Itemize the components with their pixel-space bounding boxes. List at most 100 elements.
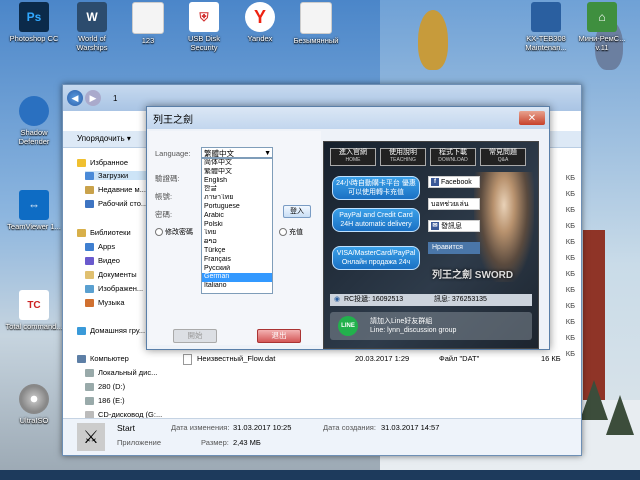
- address-text[interactable]: 1: [113, 94, 117, 103]
- desktop-icon-ultraiso[interactable]: UltraISO: [4, 384, 64, 425]
- size-cell: КБ: [565, 269, 575, 278]
- forward-arrow-icon[interactable]: ▶: [85, 90, 101, 106]
- document-icon: [132, 2, 164, 34]
- desktop-icon-kx-teb308[interactable]: KX-TEB308 Maintenan...: [516, 2, 576, 52]
- desktop-icon-label: USB Disk Security: [187, 34, 221, 52]
- facebook-link[interactable]: f Facebook: [428, 176, 480, 188]
- exit-button[interactable]: 退出: [257, 329, 301, 343]
- promo-bubble-visa[interactable]: VISA/MasterCard/PayPal Онлайн продажа 24…: [332, 246, 420, 270]
- promo-bubble-autocard[interactable]: 24小時自動購卡平台 優惠可以使用轉卡充值: [332, 176, 420, 200]
- desktop-icon-label: 123: [141, 36, 155, 45]
- wallpaper-kremlin-tower: [583, 230, 605, 400]
- language-option[interactable]: Français: [202, 256, 272, 265]
- apps-icon: [85, 242, 94, 251]
- teamviewer-icon: ⇔: [19, 190, 49, 220]
- desktop-icon-warships[interactable]: W World of Warships: [62, 2, 122, 52]
- details-created-value: 31.03.2017 14:57: [381, 423, 440, 432]
- close-icon[interactable]: ✕: [519, 111, 545, 125]
- desktop-icon-mini-rems[interactable]: ⌂ Мини-РемС... v.11: [572, 2, 632, 52]
- nav-video[interactable]: Видео: [85, 256, 120, 265]
- size-cell: КБ: [565, 253, 575, 262]
- nav-music[interactable]: Музыка: [85, 298, 125, 307]
- nav-homegroup[interactable]: Домашняя гру...: [77, 326, 145, 335]
- language-option[interactable]: 한글: [202, 185, 272, 194]
- change-password-option[interactable]: 修改密碼: [155, 227, 193, 237]
- start-button[interactable]: 開始: [173, 329, 217, 343]
- file-icon: [183, 354, 192, 365]
- desktop-icon-teamviewer[interactable]: ⇔ TeamViewer 1...: [4, 190, 64, 231]
- file-type: Файл "DAT": [439, 354, 480, 363]
- size-cell: КБ: [565, 301, 575, 310]
- game-logo: 列王之劍 SWORD: [432, 270, 514, 281]
- language-option[interactable]: ไทย: [202, 229, 272, 238]
- nav-favorites[interactable]: Избранное: [77, 158, 128, 167]
- nav-desktop[interactable]: Рабочий сто...: [85, 199, 147, 208]
- line-icon: LINE: [338, 316, 358, 336]
- line-group-banner[interactable]: LINE 請加入Line好友群組 Line: lynn_discussion g…: [330, 312, 532, 340]
- total-commander-icon: TC: [19, 290, 49, 320]
- computer-icon: [77, 354, 86, 363]
- nav-apps[interactable]: Apps: [85, 242, 115, 251]
- vk-like-button[interactable]: Нравится: [428, 242, 480, 254]
- desktop-icon-total-commander[interactable]: TC Total command...: [4, 290, 64, 331]
- nav-images[interactable]: Изображен...: [85, 284, 143, 293]
- desktop-icon-photoshop[interactable]: Ps Photoshop CC: [4, 2, 64, 43]
- message-link[interactable]: ✉ 發訊息: [428, 220, 480, 232]
- wallpaper-dome: [418, 10, 448, 70]
- desktop-icon-123[interactable]: 123: [118, 2, 178, 45]
- desktop-icon-yandex[interactable]: Y Yandex: [230, 2, 290, 43]
- back-arrow-icon[interactable]: ◀: [67, 90, 83, 106]
- nav-recent[interactable]: Недавние м...: [85, 185, 146, 194]
- desktop-folder-icon: [85, 199, 94, 208]
- size-cell: КБ: [565, 349, 575, 358]
- yandex-icon: Y: [245, 2, 275, 32]
- nav-drive-d[interactable]: 280 (D:): [85, 382, 125, 391]
- size-cell: КБ: [565, 333, 575, 342]
- video-icon: [85, 256, 94, 265]
- maintenance-icon: [531, 2, 561, 32]
- tab-teaching[interactable]: 使用說明 TEACHING: [380, 148, 426, 166]
- tab-qa[interactable]: 常見問題 Q&A: [480, 148, 526, 166]
- language-option[interactable]: Türkçe: [202, 247, 272, 256]
- language-option[interactable]: 简体中文: [202, 159, 272, 168]
- language-option[interactable]: Polski: [202, 221, 272, 230]
- desktop-icon-usb-security[interactable]: ⛨ USB Disk Security: [174, 2, 234, 52]
- disc-icon: [19, 384, 49, 414]
- line-text-1: 請加入Line好友群組: [370, 318, 433, 325]
- login-button[interactable]: 登入: [283, 205, 311, 218]
- desktop-icon-untitled[interactable]: Безымянный: [286, 2, 346, 45]
- taskbar: [0, 470, 640, 480]
- star-icon: [77, 158, 86, 167]
- language-option[interactable]: ລາວ: [202, 238, 272, 247]
- organize-button[interactable]: Упорядочить ▾: [77, 134, 131, 143]
- dialog-title: 列王之劍: [153, 114, 193, 126]
- promo-bubble-paypal[interactable]: PayPal and Credit Card 24H automatic del…: [332, 208, 420, 232]
- thai-bot-link[interactable]: บอทช่วยเล่น: [428, 198, 480, 210]
- nav-libraries[interactable]: Библиотеки: [77, 228, 131, 237]
- music-icon: [85, 298, 94, 307]
- desktop-icon-shadow-defender[interactable]: Shadow Defender: [4, 96, 64, 146]
- language-select[interactable]: 繁體中文 ▼: [201, 147, 273, 158]
- message-icon: ✉: [431, 222, 439, 231]
- language-option[interactable]: Русский: [202, 265, 272, 274]
- language-option[interactable]: Italiano: [202, 282, 272, 291]
- nav-drive-e[interactable]: 186 (E:): [85, 396, 125, 405]
- rc-contact: RC投遞: 16092513: [344, 296, 404, 303]
- drive-icon: [85, 368, 94, 377]
- language-option[interactable]: Arabic: [202, 212, 272, 221]
- tab-home[interactable]: 進入官網 HOME: [330, 148, 376, 166]
- language-option[interactable]: 繁體中文: [202, 168, 272, 177]
- language-option[interactable]: Portuguese: [202, 203, 272, 212]
- language-option[interactable]: English: [202, 177, 272, 186]
- nav-computer[interactable]: Компьютер: [77, 354, 129, 363]
- house-icon: ⌂: [587, 2, 617, 32]
- desktop-icon-label: Мини-РемС... v.11: [578, 34, 626, 52]
- nav-local-disk[interactable]: Локальный дис...: [85, 368, 157, 377]
- language-option-highlighted[interactable]: German: [202, 273, 272, 283]
- tab-download[interactable]: 程式下載 DOWNLOAD: [430, 148, 476, 166]
- size-cell: КБ: [565, 205, 575, 214]
- language-option[interactable]: ภาษาไทย: [202, 194, 272, 203]
- nav-documents[interactable]: Документы: [85, 270, 137, 279]
- drive-icon: [85, 396, 94, 405]
- recharge-option[interactable]: 充值: [279, 227, 303, 237]
